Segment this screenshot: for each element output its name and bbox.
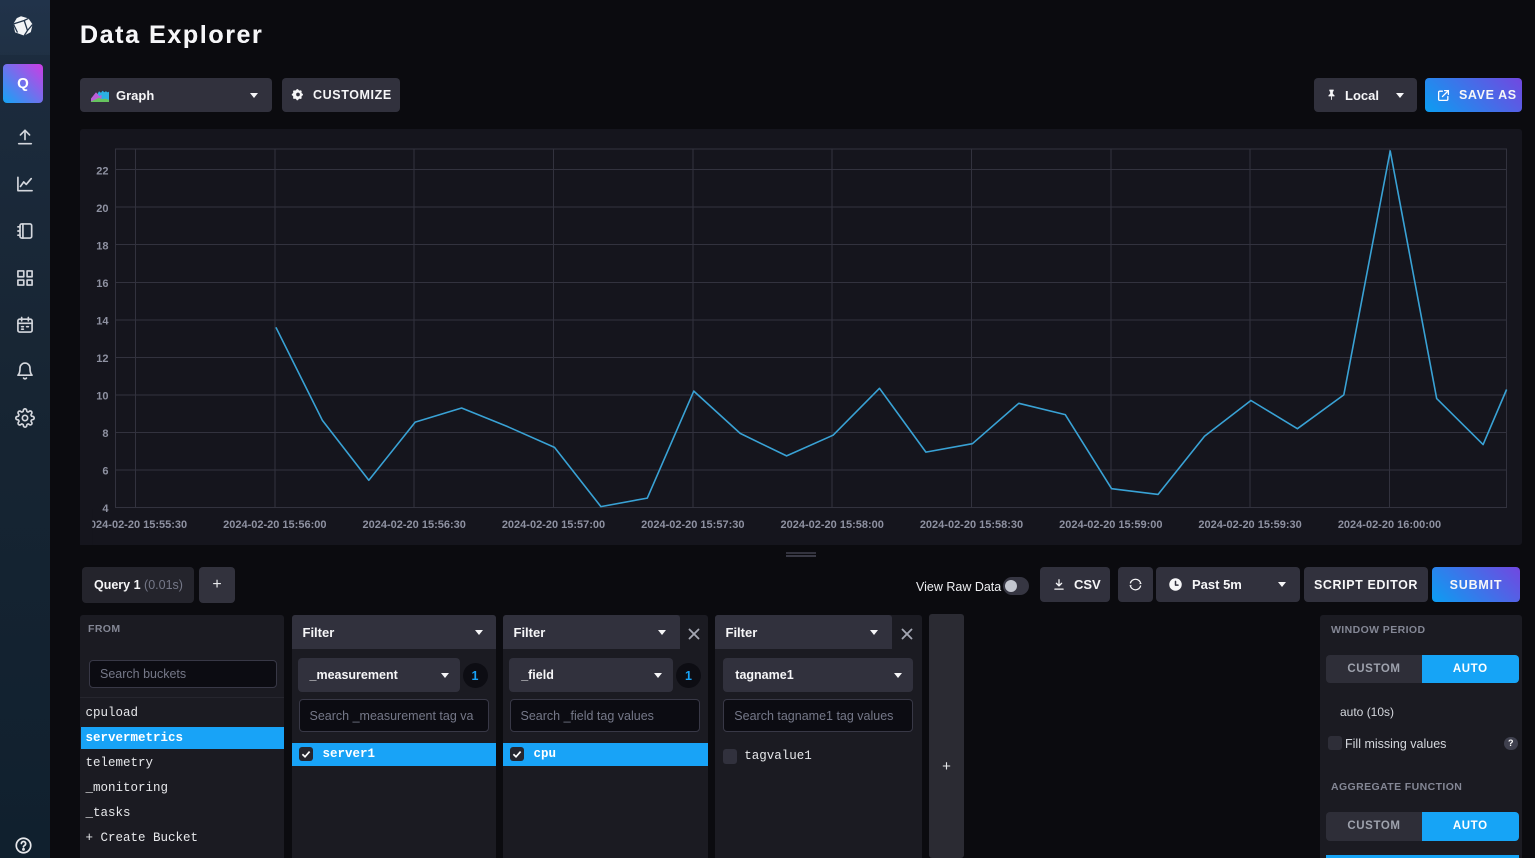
svg-text:22: 22 — [96, 165, 108, 177]
svg-text:16: 16 — [96, 278, 108, 290]
svg-text:2024-02-20 15:57:00: 2024-02-20 15:57:00 — [502, 519, 605, 531]
svg-text:2024-02-20 15:58:00: 2024-02-20 15:58:00 — [781, 519, 884, 531]
svg-text:2024-02-20 15:58:30: 2024-02-20 15:58:30 — [920, 519, 1023, 531]
svg-text:2024-02-20 15:57:30: 2024-02-20 15:57:30 — [641, 519, 744, 531]
svg-text:8: 8 — [102, 428, 108, 440]
svg-text:2024-02-20 15:55:30: 2024-02-20 15:55:30 — [84, 519, 187, 531]
svg-text:12: 12 — [96, 353, 108, 365]
svg-text:2024-02-20 15:56:00: 2024-02-20 15:56:00 — [223, 519, 326, 531]
svg-text:10: 10 — [96, 391, 108, 403]
svg-text:20: 20 — [96, 203, 108, 215]
svg-text:14: 14 — [96, 316, 109, 328]
svg-text:2024-02-20 15:59:30: 2024-02-20 15:59:30 — [1198, 519, 1301, 531]
svg-text:2024-02-20 15:56:30: 2024-02-20 15:56:30 — [363, 519, 466, 531]
svg-text:2024-02-20 15:59:00: 2024-02-20 15:59:00 — [1059, 519, 1162, 531]
svg-text:18: 18 — [96, 240, 108, 252]
svg-text:6: 6 — [102, 466, 108, 478]
svg-text:4: 4 — [102, 503, 109, 515]
svg-text:2024-02-20 16:00:00: 2024-02-20 16:00:00 — [1338, 519, 1441, 531]
